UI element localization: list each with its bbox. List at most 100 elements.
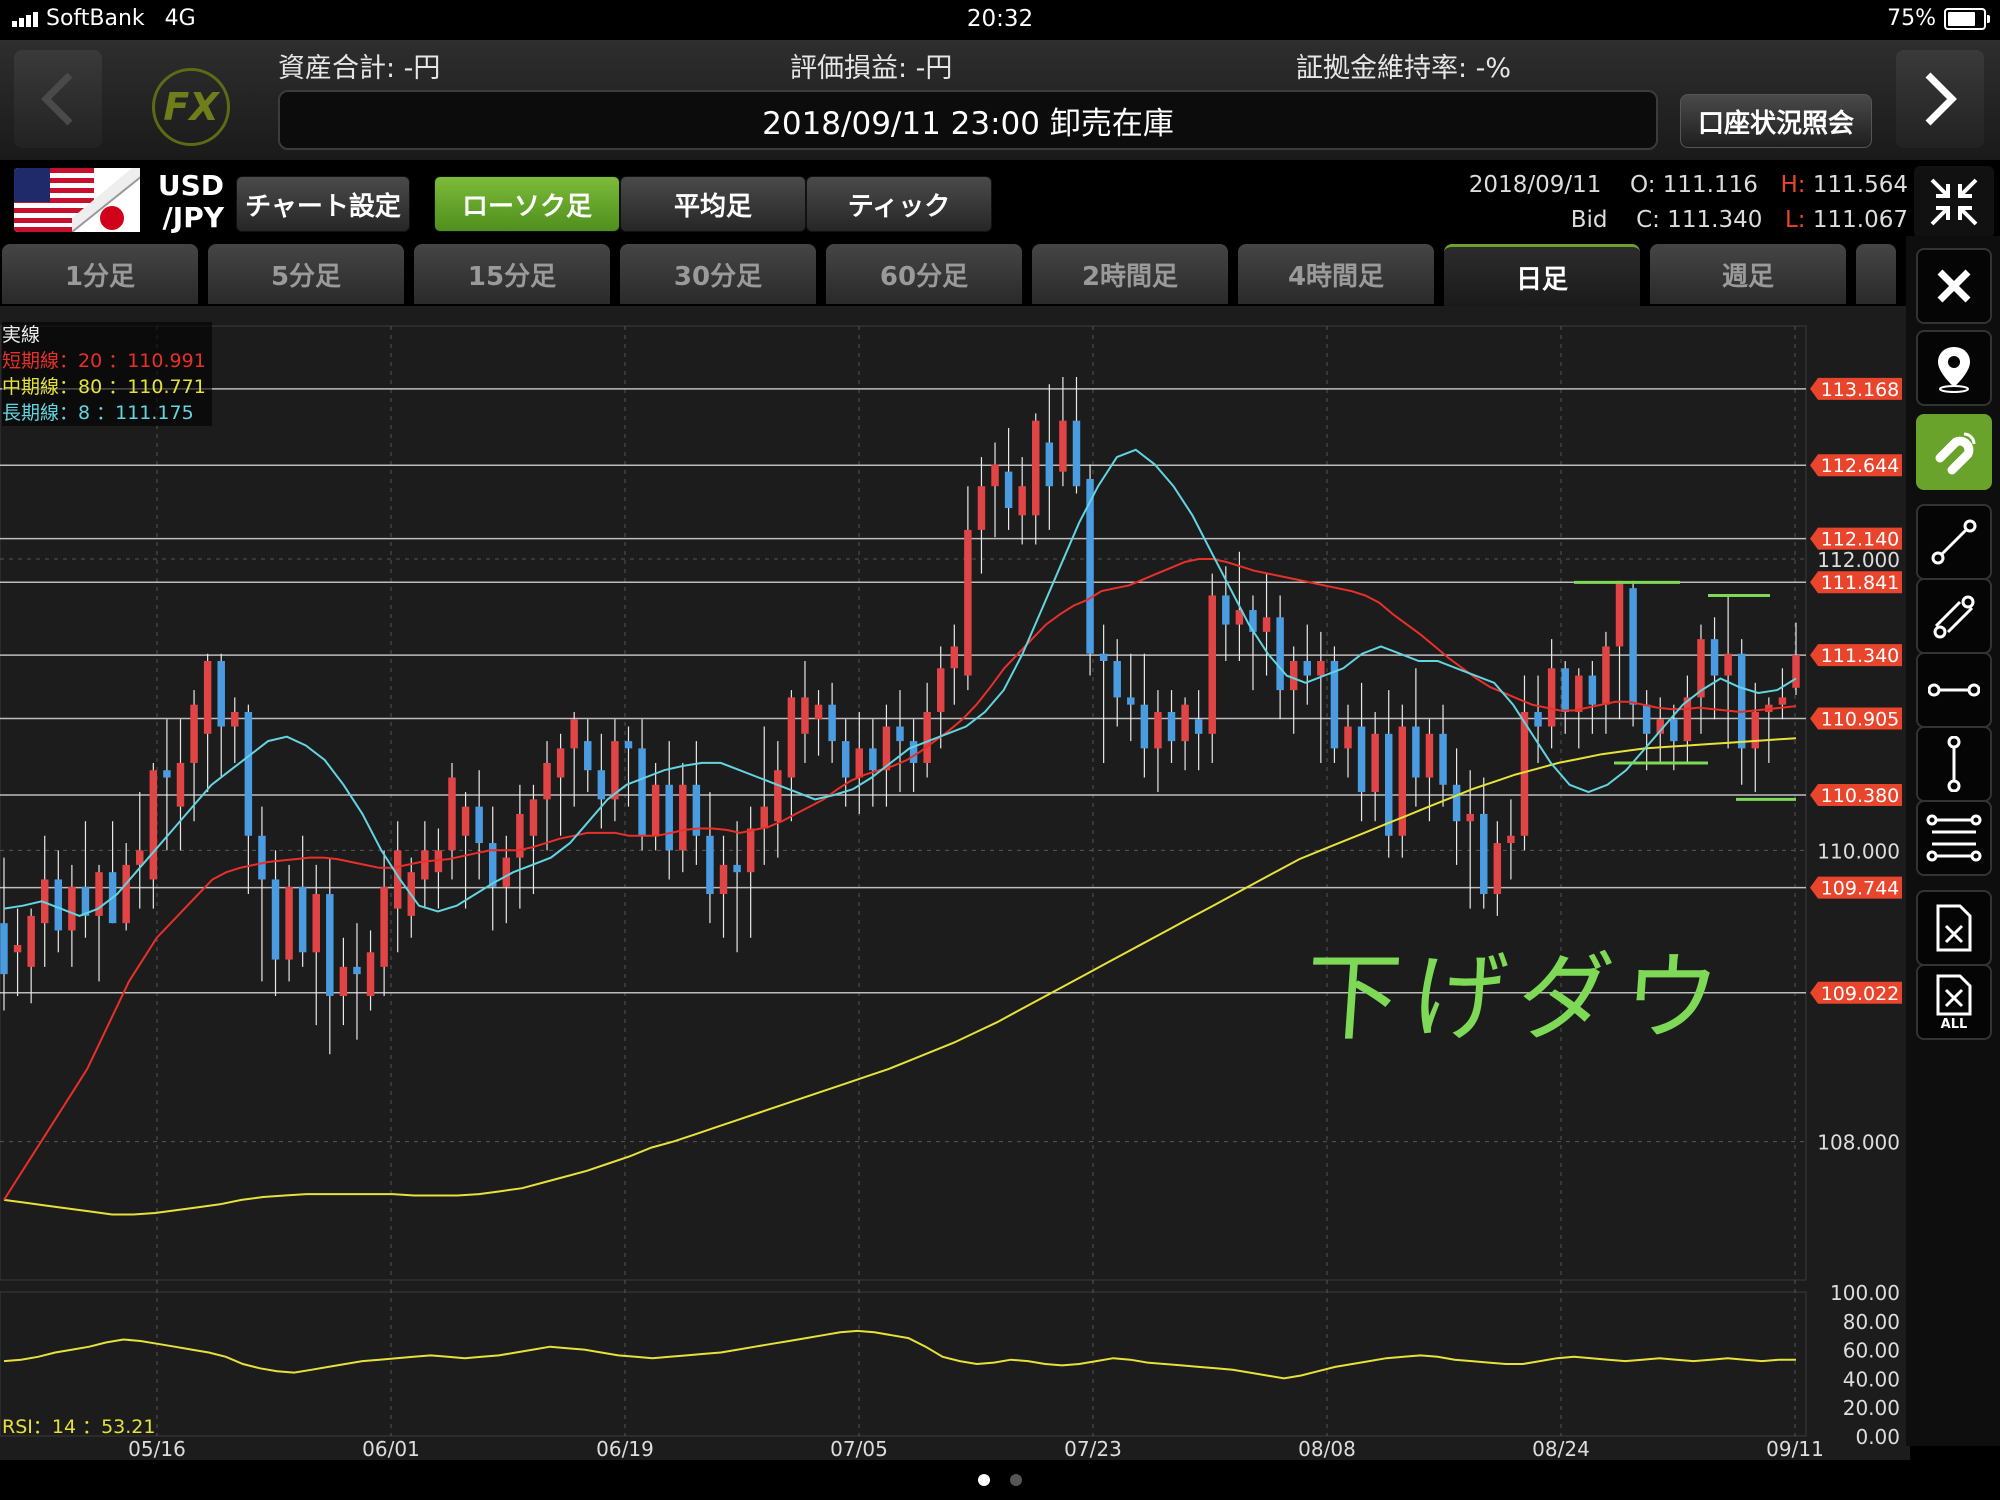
candle-body: [1384, 733, 1393, 836]
pair-base: USD: [157, 169, 224, 202]
candle-body: [163, 770, 171, 778]
candle-body: [1507, 835, 1515, 844]
news-ticker[interactable]: 2018/09/11 23:00 卸売在庫: [278, 90, 1658, 150]
candle-body: [13, 945, 22, 953]
candle-body: [1425, 733, 1434, 778]
price-line-value: 110.380: [1821, 785, 1900, 807]
candle-body: [1629, 588, 1637, 705]
candle-body: [1099, 653, 1108, 661]
candle-body: [231, 711, 239, 727]
tab-timeframe-3[interactable]: 30分足: [620, 244, 816, 304]
multi-line-icon: [1926, 814, 1982, 862]
candle-body: [841, 741, 850, 778]
low-label: L:: [1784, 207, 1806, 233]
price-line-value: 113.168: [1821, 379, 1900, 401]
candle-body: [1602, 646, 1610, 705]
candle-body: [638, 748, 646, 836]
tab-timeframe-7[interactable]: 日足: [1444, 244, 1640, 307]
candle-body: [787, 697, 796, 778]
currency-pair-label: USD /JPY: [140, 168, 228, 236]
candle-body: [1439, 733, 1447, 785]
tab-timeframe-8[interactable]: 週足: [1650, 244, 1846, 304]
pin-tool-button[interactable]: [1916, 330, 1992, 406]
horizontal-line-tool-button[interactable]: [1916, 652, 1992, 728]
delete-all-icon: ALL: [1936, 974, 1972, 1030]
chevron-right-icon: [1925, 72, 1957, 126]
candle-body: [1588, 675, 1597, 705]
candle-body: [1154, 711, 1162, 749]
candle-body: [1480, 813, 1488, 895]
candle-body: [1751, 711, 1760, 749]
clock: 20:32: [966, 6, 1034, 32]
vertical-line-tool-button[interactable]: [1916, 726, 1992, 802]
candle-body: [556, 748, 565, 778]
tab-timeframe-4[interactable]: 60分足: [826, 244, 1022, 304]
candle-body: [1181, 704, 1189, 742]
candle-body: [1072, 420, 1081, 487]
candle-body: [285, 886, 293, 960]
candle-body: [977, 486, 986, 530]
x-tick-label: 06/01: [362, 1437, 420, 1460]
candle-body: [122, 864, 130, 924]
candle-body: [801, 697, 809, 734]
channel-icon: [1933, 595, 1975, 639]
close-tools-button[interactable]: [1916, 248, 1992, 324]
delete-drawing-button[interactable]: [1916, 890, 1992, 966]
candle-body: [774, 770, 782, 822]
rsi-pane: [0, 1291, 1807, 1437]
chart-settings-button[interactable]: チャート設定: [236, 176, 410, 232]
candle-body: [0, 923, 8, 975]
candle-body: [1357, 726, 1366, 793]
candle-body: [529, 799, 538, 836]
candle-body: [1045, 442, 1054, 487]
price-chart[interactable]: 05/16 06/01 06/19 07/05 07/23 08/08 08/24 09/11…: [0, 306, 1910, 1460]
page-dot[interactable]: [1010, 1474, 1022, 1486]
tab-candlestick[interactable]: ローソク足: [434, 176, 620, 232]
collapse-button[interactable]: [1914, 166, 1994, 238]
candle-body: [733, 864, 741, 873]
price-tick-label: 108.000: [1817, 1131, 1900, 1155]
tab-tick[interactable]: ティック: [806, 176, 992, 232]
tab-timeframe-5[interactable]: 2時間足: [1032, 244, 1228, 304]
candle-body: [896, 726, 904, 742]
channel-tool-button[interactable]: [1916, 578, 1992, 654]
rsi-tick-label: 40.00: [1843, 1367, 1900, 1391]
margin-ratio: 証拠金維持率: -%: [1296, 53, 1512, 84]
legend-mid-ma: 中期線：80 ：110.771: [2, 376, 206, 398]
fibonacci-tool-button[interactable]: [1916, 800, 1992, 876]
trendline-tool-button[interactable]: [1916, 504, 1992, 580]
low-value: 111.067: [1812, 207, 1908, 233]
rsi-tick-label: 100.00: [1830, 1281, 1900, 1305]
tab-timeframe-more[interactable]: [1856, 244, 1896, 304]
tab-timeframe-0[interactable]: 1分足: [2, 244, 198, 304]
tab-timeframe-1[interactable]: 5分足: [208, 244, 404, 304]
candle-body: [1466, 813, 1474, 822]
candle-body: [1792, 655, 1800, 688]
candle-body: [679, 784, 687, 851]
high-label: H:: [1780, 172, 1806, 198]
fx-logo: FX: [152, 68, 230, 146]
tab-heikin-ashi[interactable]: 平均足: [620, 176, 806, 232]
candle-body: [1004, 471, 1013, 509]
delete-all-drawings-button[interactable]: ALL: [1916, 964, 1992, 1040]
forward-button[interactable]: [1896, 50, 1984, 148]
back-button[interactable]: [14, 50, 102, 148]
page-dot-active[interactable]: [978, 1474, 990, 1486]
candle-body: [502, 857, 511, 887]
x-tick-label: 07/23: [1064, 1437, 1122, 1460]
x-tick-label: 08/08: [1298, 1437, 1356, 1460]
tab-timeframe-6[interactable]: 4時間足: [1238, 244, 1434, 304]
candle-body: [1317, 660, 1325, 676]
magnet-tool-button[interactable]: [1916, 414, 1992, 490]
close-icon: [1937, 269, 1971, 303]
candle-body: [1615, 580, 1624, 647]
account-status-button[interactable]: 口座状況照会: [1680, 94, 1872, 148]
candle-body: [1371, 733, 1379, 793]
candle-body: [597, 770, 606, 800]
tab-timeframe-2[interactable]: 15分足: [414, 244, 610, 304]
candle-body: [68, 886, 76, 931]
candle-body: [1032, 420, 1040, 516]
open-value: 111.116: [1662, 172, 1758, 198]
candle-body: [1710, 639, 1719, 676]
candle-body: [1534, 711, 1542, 727]
